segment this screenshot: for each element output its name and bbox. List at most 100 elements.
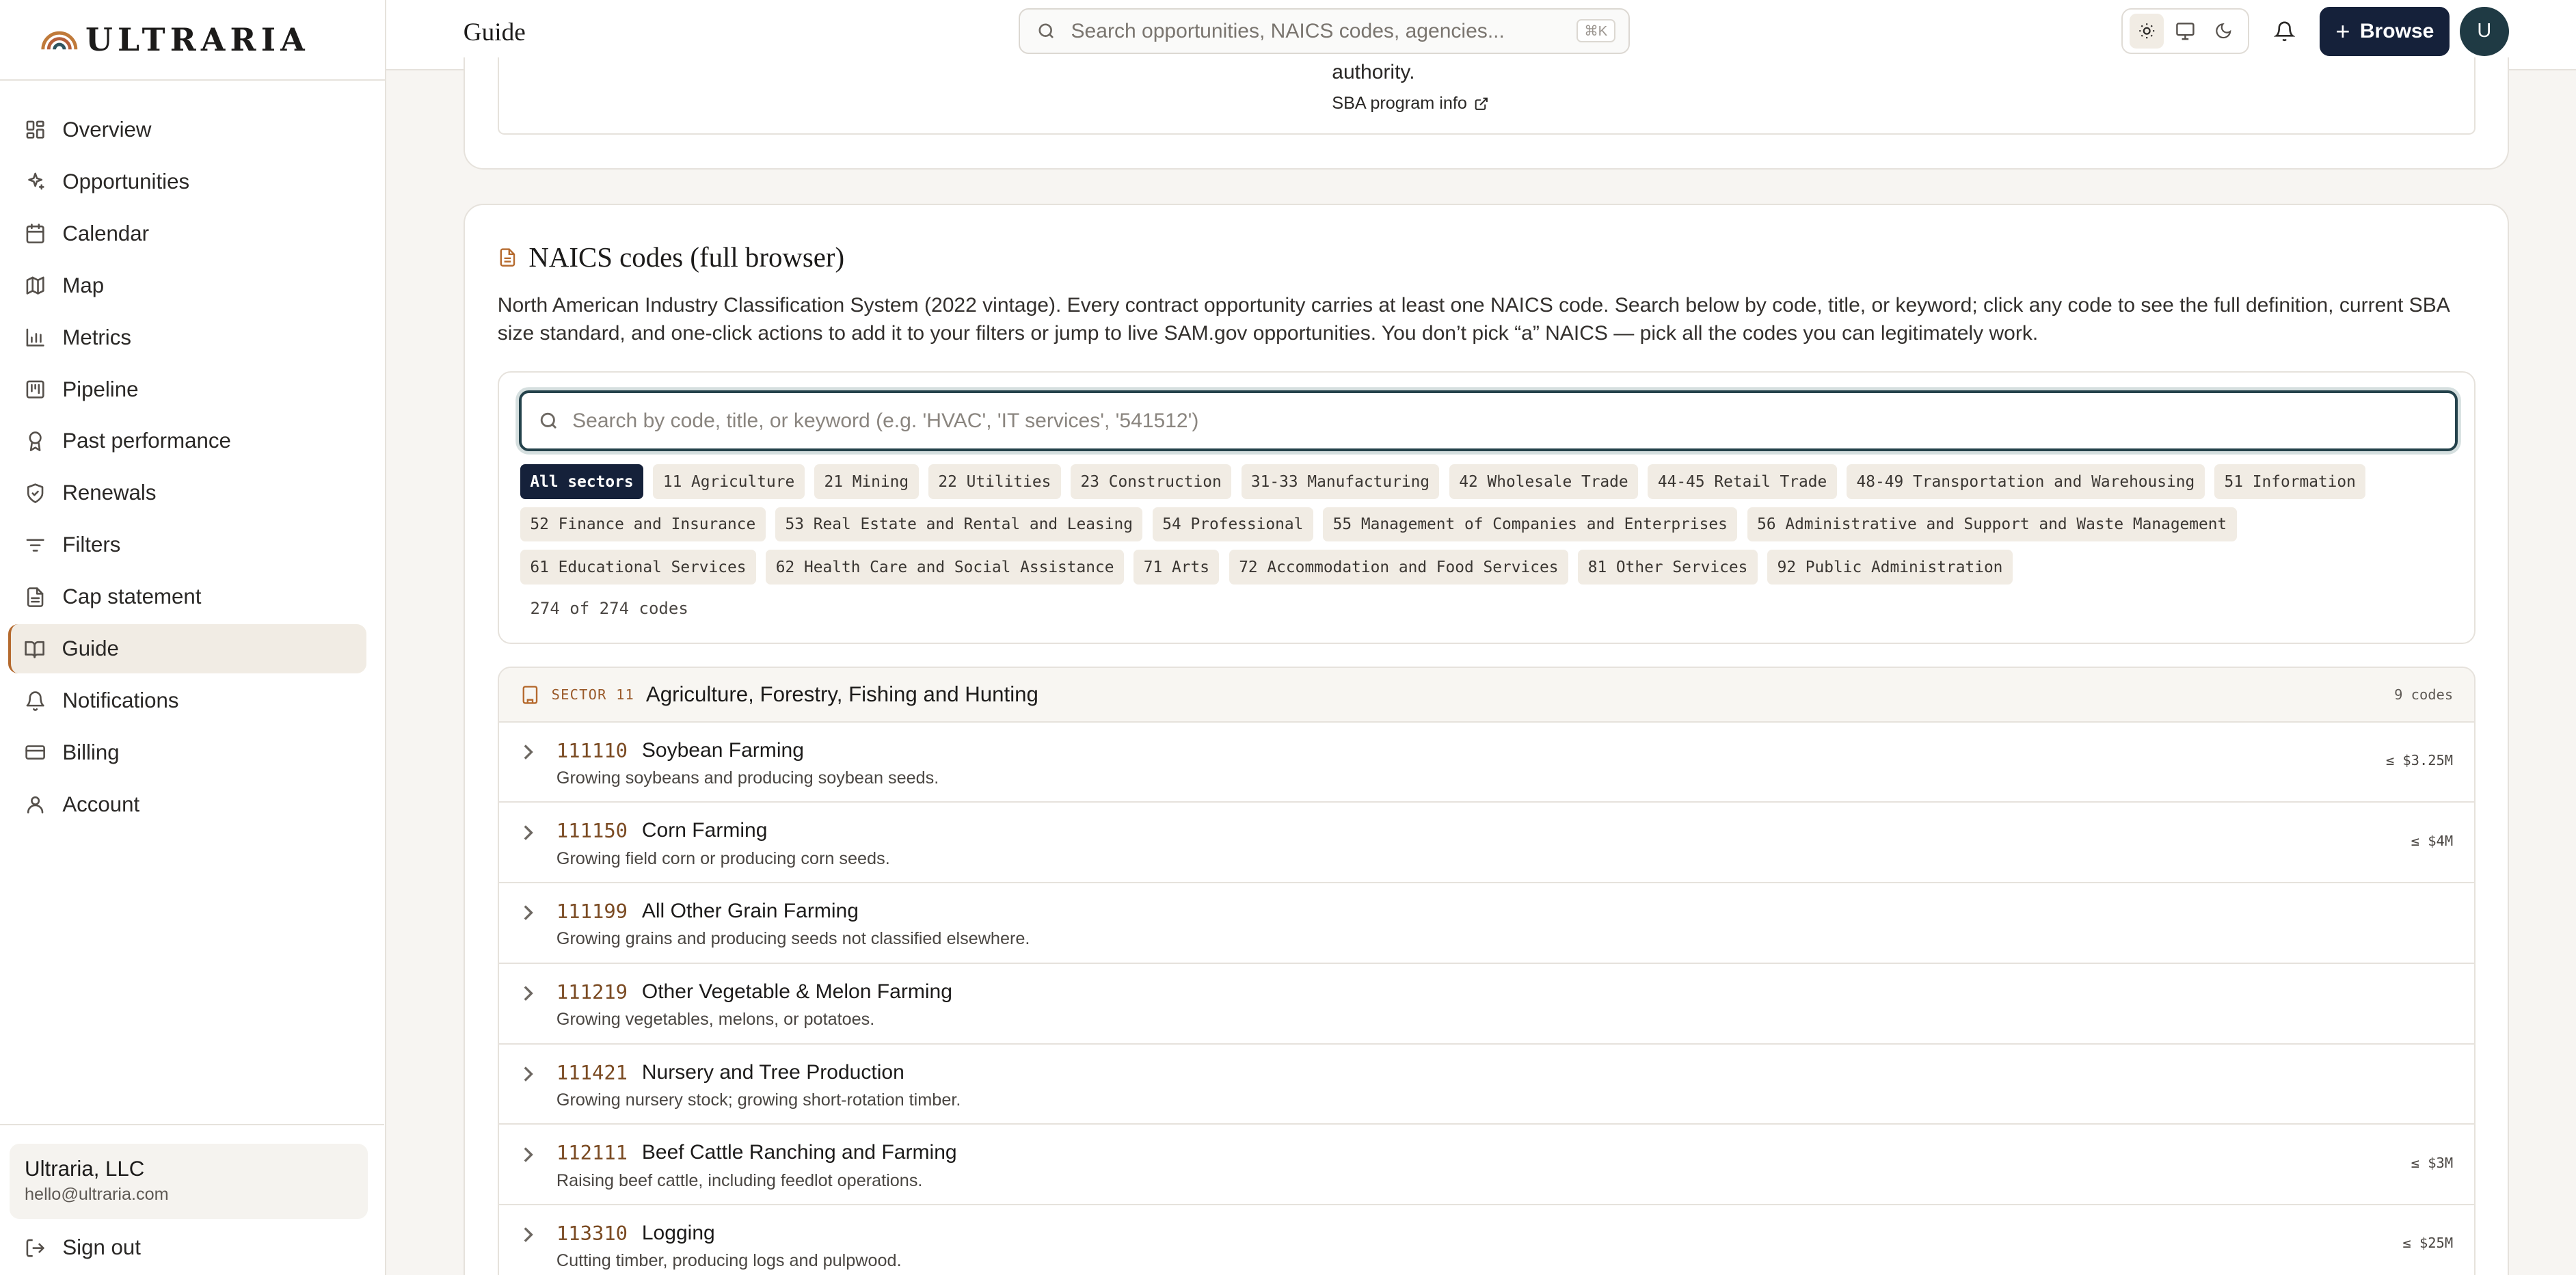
sector-chip[interactable]: 71 Arts [1133, 550, 1220, 585]
sidebar-item-metrics[interactable]: Metrics [8, 313, 366, 362]
naics-row[interactable]: 111110 Soybean Farming Growing soybeans an… [498, 723, 2475, 803]
notifications-button[interactable] [2274, 20, 2296, 43]
sidebar: ULTRARIA Overview Opportunities Calendar Ma… [0, 0, 386, 1275]
authority-text: authority. [1332, 60, 1415, 83]
sector-chip[interactable]: 56 Administrative and Support and Waste … [1747, 507, 2237, 542]
naics-row[interactable]: 111219 Other Vegetable & Melon Farming Gro… [498, 964, 2475, 1045]
global-search-input[interactable]: Search opportunities, NAICS codes, agenc… [1019, 8, 1631, 55]
sidebar-item-label: Pipeline [62, 377, 139, 401]
sign-out-button[interactable]: Sign out [25, 1235, 141, 1260]
sidebar-item-overview[interactable]: Overview [8, 105, 366, 155]
naics-row[interactable]: 112111 Beef Cattle Ranching and Farming Ra… [498, 1125, 2475, 1206]
theme-system-button[interactable] [2168, 14, 2202, 48]
naics-row[interactable]: 111421 Nursery and Tree Production Growing… [498, 1045, 2475, 1125]
naics-row[interactable]: 111150 Corn Farming Growing field corn or … [498, 803, 2475, 884]
sector-chip[interactable]: 53 Real Estate and Rental and Leasing [775, 507, 1143, 542]
sector-chip[interactable]: All sectors [520, 464, 644, 499]
naics-description: Growing nursery stock; growing short-rot… [556, 1090, 961, 1110]
org-name: Ultraria, LLC [25, 1156, 145, 1181]
sidebar-item-past-performance[interactable]: Past performance [8, 416, 366, 466]
document-icon [500, 248, 515, 267]
theme-dark-button[interactable] [2206, 14, 2240, 48]
sector-chip[interactable]: 62 Health Care and Social Assistance [766, 550, 1124, 585]
chevron-right-icon[interactable] [522, 904, 535, 921]
sidebar-item-renewals[interactable]: Renewals [8, 468, 366, 518]
sidebar-item-label: Overview [62, 117, 152, 142]
org-card[interactable]: Ultraria, LLC hello@ultraria.com [10, 1143, 368, 1220]
naics-row[interactable]: 113310 Logging Cutting timber, producing l… [499, 1205, 2475, 1275]
sidebar-item-notifications[interactable]: Notifications [8, 676, 366, 725]
sector-header[interactable]: SECTOR 11 Agriculture, Forestry, Fishing… [498, 668, 2475, 723]
sector-chip[interactable]: 48-49 Transportation and Warehousing [1847, 464, 2205, 499]
naics-code-list: SECTOR 11 Agriculture, Forestry, Fishing… [497, 667, 2476, 1275]
naics-row[interactable]: 111199 All Other Grain Farming Growing gra… [498, 883, 2475, 964]
sector-chip[interactable]: 92 Public Administration [1767, 550, 2013, 585]
sidebar-item-filters[interactable]: Filters [8, 520, 366, 569]
sector-chip[interactable]: 51 Information [2214, 464, 2366, 499]
calendar-icon [26, 224, 44, 244]
sector-tag: SECTOR 11 [551, 686, 635, 703]
sidebar-item-account[interactable]: Account [8, 780, 366, 829]
browse-button[interactable]: + Browse [2320, 6, 2450, 56]
naics-title: NAICS codes (full browser) [528, 241, 845, 273]
naics-header: NAICS codes (full browser) [498, 241, 844, 273]
document-icon [27, 587, 44, 607]
sector-chip[interactable]: 11 Agriculture [653, 464, 805, 499]
chevron-right-icon[interactable] [522, 744, 535, 760]
naics-title: Corn Farming [641, 819, 768, 842]
chevron-right-icon[interactable] [522, 985, 535, 1002]
sidebar-item-guide[interactable]: Guide [8, 624, 367, 674]
naics-title: All Other Grain Farming [641, 900, 859, 923]
naics-description: Growing field corn or producing corn see… [556, 848, 890, 868]
brand-name: ULTRARIA [85, 21, 310, 58]
chevron-right-icon[interactable] [522, 1146, 535, 1163]
naics-code: 113310 [556, 1222, 628, 1246]
sidebar-item-calendar[interactable]: Calendar [8, 209, 366, 258]
naics-title: Nursery and Tree Production [641, 1060, 904, 1084]
sector-chip[interactable]: 52 Finance and Insurance [520, 507, 766, 542]
sector-chip[interactable]: 23 Construction [1071, 464, 1232, 499]
sector-chip[interactable]: 21 Mining [814, 464, 919, 499]
avatar[interactable]: U [2459, 6, 2509, 56]
map-icon [26, 276, 44, 295]
naics-search-input[interactable] [518, 390, 2458, 452]
chevron-right-icon[interactable] [522, 824, 535, 841]
sector-chip[interactable]: 55 Management of Companies and Enterpris… [1323, 507, 1738, 542]
sector-chip[interactable]: 54 Professional [1152, 507, 1313, 542]
sidebar-item-opportunities[interactable]: Opportunities [8, 157, 366, 206]
program-card: authority. SBA program info [463, 57, 2509, 170]
theme-light-button[interactable] [2129, 14, 2164, 49]
sidebar-item-billing[interactable]: Billing [8, 728, 366, 777]
sector-name: Agriculture, Forestry, Fishing and Hunti… [645, 682, 1038, 706]
sector-chip[interactable]: 81 Other Services [1578, 550, 1758, 585]
org-email: hello@ultraria.com [25, 1184, 169, 1204]
sidebar-item-map[interactable]: Map [8, 261, 366, 310]
naics-description: North American Industry Classification S… [497, 294, 2450, 345]
result-count: 274 of 274 codes [530, 599, 688, 619]
sba-program-link-label: SBA program info [1332, 93, 1467, 113]
sidebar-item-cap-statement[interactable]: Cap statement [8, 572, 366, 621]
sector-chip[interactable]: 44-45 Retail Trade [1648, 464, 1837, 499]
building-icon [522, 685, 538, 704]
sector-chip[interactable]: 42 Wholesale Trade [1449, 464, 1639, 499]
sidebar-item-pipeline[interactable]: Pipeline [8, 364, 366, 414]
sector-chip[interactable]: 72 Accommodation and Food Services [1229, 550, 1568, 585]
sector-chip[interactable]: 61 Educational Services [520, 550, 756, 585]
chevron-right-icon[interactable] [522, 1066, 535, 1082]
chevron-right-icon[interactable] [522, 1226, 535, 1243]
bell-icon [2274, 21, 2296, 41]
dashboard-icon [26, 120, 44, 139]
brand-logo[interactable]: ULTRARIA [0, 0, 385, 81]
naics-search-field[interactable] [572, 409, 2380, 433]
moon-icon [2216, 23, 2231, 39]
sba-program-link[interactable]: SBA program info [1332, 94, 1488, 113]
naics-rows: 111110 Soybean Farming Growing soybeans an… [498, 723, 2475, 1275]
naics-code: 111110 [556, 738, 628, 762]
program-card-inner: authority. SBA program info [497, 57, 2476, 135]
sector-chip[interactable]: 22 Utilities [928, 464, 1061, 499]
size-standard: ≤ $3.25M [2385, 751, 2454, 768]
naics-code: 111199 [556, 900, 628, 924]
book-icon [25, 641, 45, 658]
naics-code: 111421 [556, 1060, 628, 1084]
sector-chip[interactable]: 31-33 Manufacturing [1241, 464, 1440, 499]
